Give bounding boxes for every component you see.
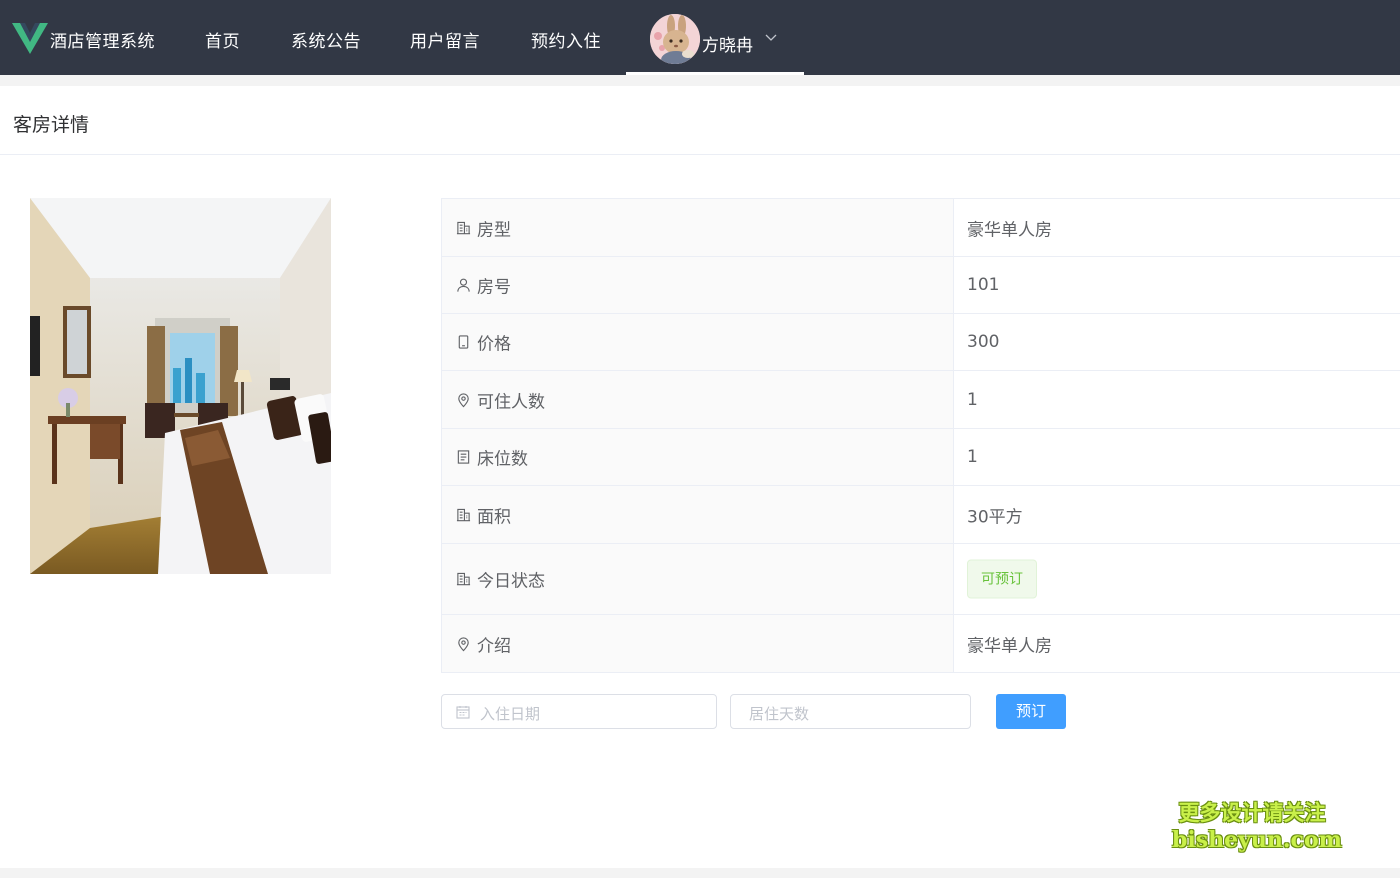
- card-header: 客房详情: [0, 86, 1400, 155]
- desc-label-room-number: 房号: [477, 277, 511, 298]
- nav-item-announcements[interactable]: 系统公告: [291, 27, 361, 52]
- desc-label-beds: 床位数: [477, 449, 528, 470]
- document-icon: [457, 450, 470, 464]
- desc-value-room-number: 101: [967, 275, 1000, 295]
- watermark: 更多设计请关注 bisheyun.com: [1172, 800, 1342, 853]
- nav-item-messages[interactable]: 用户留言: [410, 27, 480, 52]
- app-title: 酒店管理系统: [50, 32, 155, 52]
- user-icon: [457, 278, 470, 292]
- desc-row-area: 面积 30平方: [442, 486, 1400, 544]
- desc-row-status: 今日状态 可预订: [442, 544, 1400, 615]
- desc-value-room-type: 豪华单人房: [967, 220, 1052, 240]
- chevron-down-icon[interactable]: [764, 30, 778, 44]
- book-button[interactable]: 预订: [996, 694, 1066, 729]
- active-nav-underline: [626, 72, 804, 75]
- stay-days-input[interactable]: 居住天数: [730, 694, 971, 729]
- mobile-phone-icon: [458, 335, 469, 349]
- location-icon: [458, 392, 469, 407]
- desc-label-price: 价格: [477, 334, 511, 355]
- desc-row-price: 价格 300: [442, 314, 1400, 371]
- watermark-line-2: bisheyun.com: [1172, 827, 1342, 853]
- desc-label-introduction: 介绍: [477, 636, 511, 656]
- desc-label-capacity: 可住人数: [477, 392, 545, 412]
- desc-row-capacity: 可住人数 1: [442, 371, 1400, 429]
- hotel-room-image: [30, 198, 331, 574]
- desc-label-area: 面积: [477, 507, 511, 527]
- room-description-table: 房型 豪华单人房 房号 101 价格 300 可住人数 1 床位数 1 面积 3…: [441, 198, 1400, 673]
- desc-row-beds: 床位数 1: [442, 429, 1400, 486]
- check-in-date-picker[interactable]: 入住日期: [441, 694, 717, 729]
- desc-row-room-number: 房号 101: [442, 257, 1400, 314]
- desc-value-area: 30平方: [967, 507, 1023, 527]
- calendar-icon: [456, 706, 470, 719]
- check-in-date-placeholder: 入住日期: [480, 705, 541, 723]
- desc-value-introduction: 豪华单人房: [967, 636, 1052, 656]
- desc-row-room-type: 房型 豪华单人房: [442, 199, 1400, 257]
- office-building-icon: [456, 221, 471, 234]
- office-building-icon: [456, 572, 471, 586]
- location-icon: [458, 636, 469, 651]
- nav-item-reservation[interactable]: 预约入住: [531, 27, 601, 52]
- bunny-avatar-icon: [650, 14, 700, 64]
- top-navbar: 酒店管理系统 首页 系统公告 用户留言 预约入住 方晓冉: [0, 0, 1400, 75]
- vue-logo-icon[interactable]: [12, 20, 48, 56]
- room-photo: [30, 198, 331, 574]
- room-detail-card: 客房详情 房型 豪华单人房 房号 101 价格 300 可住人数 1 床位数 1…: [0, 86, 1400, 868]
- page-title: 客房详情: [13, 114, 90, 136]
- status-badge: 可预订: [967, 559, 1037, 599]
- user-menu[interactable]: 方晓冉: [626, 0, 804, 75]
- office-building-icon: [456, 508, 471, 521]
- avatar[interactable]: [650, 14, 700, 64]
- username: 方晓冉: [702, 36, 753, 56]
- nav-item-home[interactable]: 首页: [205, 27, 240, 52]
- watermark-line-1: 更多设计请关注: [1178, 801, 1326, 825]
- stay-days-placeholder: 居住天数: [749, 705, 810, 723]
- desc-row-introduction: 介绍 豪华单人房: [442, 615, 1400, 673]
- desc-value-price: 300: [967, 332, 1000, 352]
- desc-label-room-type: 房型: [477, 220, 511, 240]
- desc-label-status: 今日状态: [477, 571, 545, 592]
- desc-value-beds: 1: [967, 447, 978, 467]
- desc-value-capacity: 1: [967, 389, 978, 410]
